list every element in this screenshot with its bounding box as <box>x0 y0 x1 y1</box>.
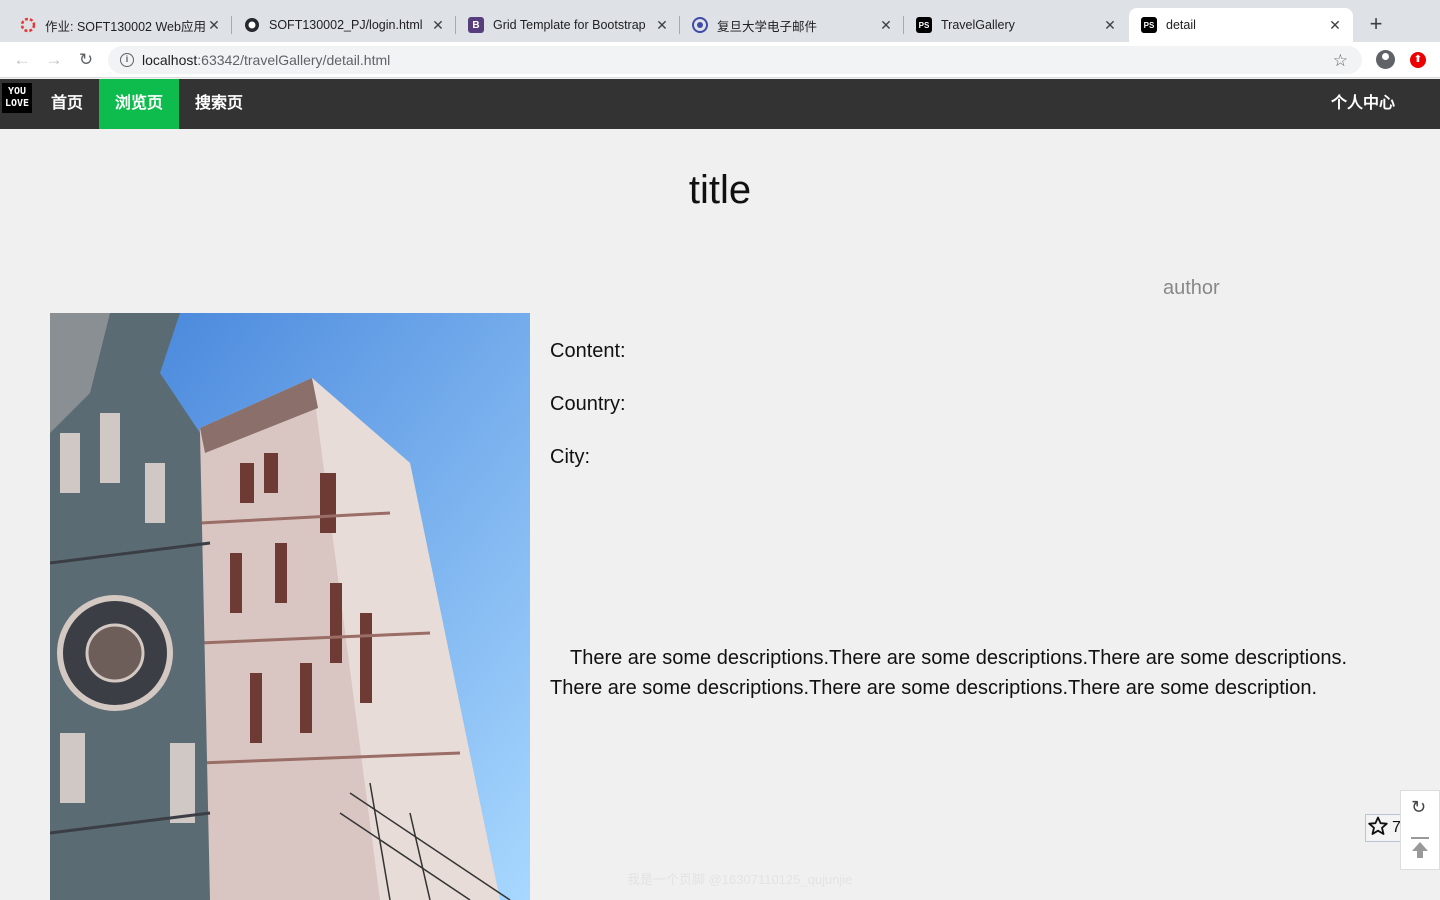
close-icon[interactable]: ✕ <box>654 17 670 34</box>
browser-toolbar: ← → ↻ i localhost:63342/travelGallery/de… <box>0 42 1440 78</box>
back-arrow-icon[interactable]: ← <box>12 50 32 70</box>
new-tab-button[interactable]: + <box>1366 13 1386 35</box>
ring-icon <box>20 17 36 33</box>
browser-tab-bar: 作业: SOFT130002 Web应用 ✕ SOFT130002_PJ/log… <box>0 0 1440 42</box>
address-bar[interactable]: i localhost:63342/travelGallery/detail.h… <box>108 46 1362 74</box>
travel-photo <box>50 313 530 900</box>
back-to-top-icon[interactable] <box>1409 835 1431 861</box>
close-icon[interactable]: ✕ <box>430 17 446 34</box>
forward-arrow-icon[interactable]: → <box>44 50 64 70</box>
country-label: Country: <box>550 393 626 415</box>
browser-tab[interactable]: 复旦大学电子邮件 ✕ <box>680 8 904 42</box>
browser-tab[interactable]: SOFT130002_PJ/login.html ✕ <box>232 8 456 42</box>
browser-tab[interactable]: B Grid Template for Bootstrap ✕ <box>456 8 680 42</box>
bookmark-star-icon[interactable]: ☆ <box>1333 51 1348 71</box>
star-icon <box>1368 816 1388 841</box>
author-name: author <box>1163 277 1220 299</box>
tab-label: 作业: SOFT130002 Web应用 <box>45 19 206 34</box>
nav-browse-link[interactable]: 浏览页 <box>99 79 180 129</box>
site-logo[interactable]: YOU LOVE <box>2 83 32 113</box>
tab-label: SOFT130002_PJ/login.html <box>269 18 423 32</box>
description-text: There are some descriptions.There are so… <box>550 647 1348 699</box>
footer-note: 我是一个页脚 @16307110125_qujunjie <box>627 872 853 887</box>
tab-label: Grid Template for Bootstrap <box>493 18 646 32</box>
close-icon[interactable]: ✕ <box>878 17 894 34</box>
nav-search-link[interactable]: 搜索页 <box>179 79 259 129</box>
side-tools-panel: ↻ <box>1400 790 1440 870</box>
browser-tab[interactable]: 作业: SOFT130002 Web应用 ✕ <box>8 8 232 42</box>
url-text: localhost:63342/travelGallery/detail.htm… <box>142 52 391 68</box>
content-label: Content: <box>550 340 626 362</box>
nav-home-link[interactable]: 首页 <box>35 79 99 129</box>
close-icon[interactable]: ✕ <box>206 17 222 34</box>
fudan-icon <box>692 17 708 33</box>
browser-tab-active[interactable]: PS detail ✕ <box>1129 8 1353 42</box>
refresh-icon[interactable]: ↻ <box>1411 797 1426 818</box>
nav-profile-link[interactable]: 个人中心 <box>1315 79 1411 129</box>
info-icon[interactable]: i <box>120 53 134 67</box>
tab-label: detail <box>1166 18 1196 32</box>
profile-avatar-icon[interactable] <box>1376 50 1395 69</box>
site-navbar: YOU LOVE 首页 浏览页 搜索页 个人中心 <box>0 79 1440 129</box>
phpstorm-icon: PS <box>1141 17 1157 33</box>
close-icon[interactable]: ✕ <box>1102 17 1118 34</box>
tab-label: 复旦大学电子邮件 <box>717 19 818 34</box>
github-icon <box>244 17 260 33</box>
bootstrap-icon: B <box>468 17 484 33</box>
city-label: City: <box>550 446 590 468</box>
reload-icon[interactable]: ↻ <box>76 50 96 70</box>
page-title: title <box>688 168 752 212</box>
phpstorm-icon: PS <box>916 17 932 33</box>
extension-icon[interactable]: ⬆ <box>1410 52 1426 68</box>
browser-tab[interactable]: PS TravelGallery ✕ <box>904 8 1128 42</box>
tab-label: TravelGallery <box>941 18 1015 32</box>
close-icon[interactable]: ✕ <box>1327 17 1343 34</box>
